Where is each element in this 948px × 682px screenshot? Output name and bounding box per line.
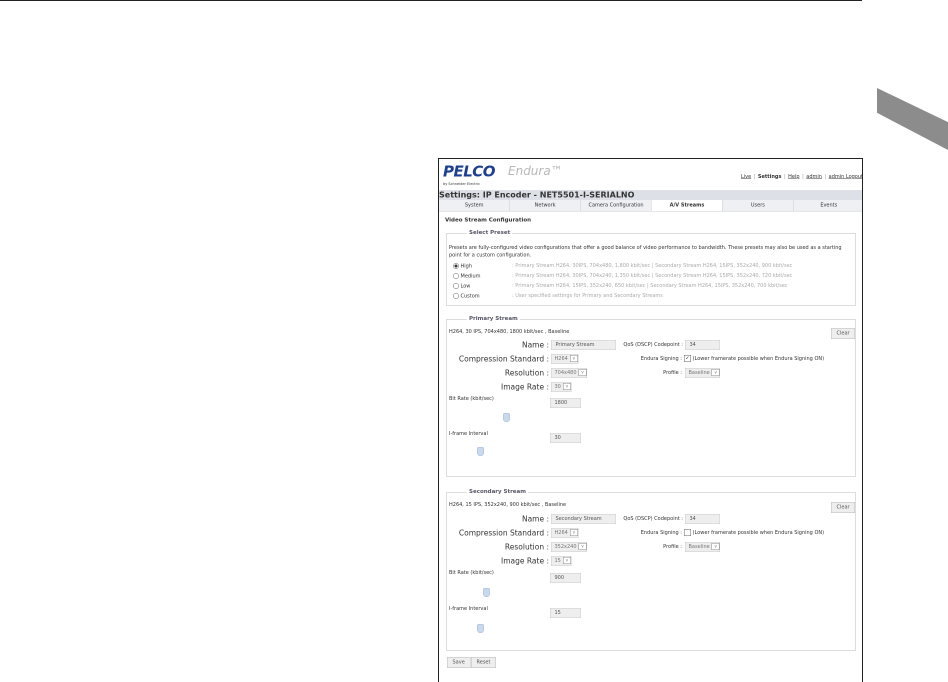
link-help[interactable]: Help [788, 174, 799, 180]
tab-users[interactable]: Users [723, 200, 794, 211]
image-rate-select[interactable]: 15 v [551, 556, 572, 566]
signing-label: Endura Signing : [640, 356, 682, 362]
qos-input[interactable]: 34 [685, 340, 720, 350]
iframe-slider-handle[interactable] [477, 447, 484, 456]
tab-events[interactable]: Events [794, 200, 862, 211]
chevron-down-icon: v [711, 543, 720, 550]
signing-checkbox[interactable]: ✓ [684, 355, 691, 362]
chevron-down-icon: v [569, 355, 578, 362]
tab-camera-configuration[interactable]: Camera Configuration [581, 200, 652, 211]
chevron-down-icon: v [562, 557, 571, 564]
breadcrumb: Settings: IP Encoder - NET5501-I-SERIALN… [439, 190, 862, 200]
compression-label: Compression Standard : [458, 354, 549, 364]
signing-checkbox[interactable] [684, 529, 691, 536]
reset-button[interactable]: Reset [471, 657, 496, 668]
chevron-down-icon: v [578, 369, 587, 376]
chevron-down-icon: v [711, 369, 720, 376]
preset-high[interactable]: High [453, 263, 472, 269]
radio-icon[interactable] [453, 263, 459, 269]
profile-label: Profile : [663, 544, 682, 550]
bit-rate-label: Bit Rate (kbit/sec) [449, 570, 494, 576]
section-legend: Secondary Stream [467, 488, 528, 495]
tab-av-streams[interactable]: A/V Streams [651, 200, 723, 211]
compression-select[interactable]: H264 v [551, 354, 579, 364]
preset-medium[interactable]: Medium [453, 273, 481, 279]
byline: by Schneider Electric [443, 182, 481, 186]
save-button[interactable]: Save [447, 657, 471, 668]
link-settings[interactable]: Settings [758, 174, 782, 180]
qos-label: QoS (DSCP) Codepoint : [623, 342, 683, 348]
bit-rate-slider-handle[interactable] [503, 413, 510, 422]
app-header: PELCO Endura™ by Schneider Electric Live… [439, 159, 863, 190]
pelco-logo: PELCO [443, 163, 496, 181]
link-admin[interactable]: admin [806, 174, 822, 180]
preset-low[interactable]: Low [453, 283, 470, 289]
compression-select[interactable]: H264 v [551, 528, 579, 538]
preset-medium-detail: : Primary Stream H264, 30IPS, 704x240, 1… [512, 273, 793, 279]
section-legend: Select Preset [467, 229, 513, 236]
profile-select[interactable]: Baseline v [685, 542, 721, 552]
chevron-down-icon: v [562, 383, 571, 390]
image-rate-select[interactable]: 30 v [551, 382, 572, 392]
tab-network[interactable]: Network [510, 200, 581, 211]
chevron-down-icon: v [569, 529, 578, 536]
iframe-input[interactable]: 15 [550, 608, 581, 618]
preset-high-detail: : Primary Stream H264, 30IPS, 704x480, 1… [512, 263, 793, 269]
signing-control: (Lower framerate possible when Endura Si… [684, 529, 824, 536]
tab-system[interactable]: System [439, 200, 510, 211]
section-legend: Primary Stream [467, 315, 520, 322]
iframe-slider-handle[interactable] [477, 624, 484, 633]
iframe-input[interactable]: 30 [550, 433, 581, 443]
qos-label: QoS (DSCP) Codepoint : [623, 516, 683, 522]
clear-button[interactable]: Clear [831, 502, 856, 513]
chevron-down-icon: v [578, 543, 587, 550]
clear-button[interactable]: Clear [831, 328, 856, 339]
resolution-label: Resolution : [504, 542, 549, 552]
profile-label: Profile : [663, 370, 682, 376]
bit-rate-input[interactable]: 900 [550, 573, 581, 583]
image-rate-label: Image Rate : [501, 556, 549, 566]
resolution-select[interactable]: 704x480 v [551, 368, 588, 378]
chapter-tab-marker [877, 88, 948, 150]
link-live[interactable]: Live [741, 174, 751, 180]
preset-custom-detail: : User specified settings for Primary an… [512, 293, 663, 299]
endura-logo: Endura™ [508, 164, 563, 178]
radio-icon[interactable] [453, 273, 459, 279]
qos-input[interactable]: 34 [685, 514, 720, 524]
top-links: Live | Settings | Help | admin | admin Logout [740, 174, 863, 180]
bit-rate-slider-handle[interactable] [483, 588, 490, 597]
preset-low-detail: : Primary Stream H264, 15IPS, 352x240, 6… [512, 283, 788, 289]
screenshot-frame: PELCO Endura™ by Schneider Electric Live… [438, 158, 863, 682]
iframe-label: I-frame Interval [449, 606, 488, 612]
primary-stream-section: Primary Stream H264, 30 IPS, 704x480, 18… [446, 315, 856, 477]
resolution-label: Resolution : [504, 368, 549, 378]
page-title: Video Stream Configuration [445, 216, 532, 224]
image-rate-label: Image Rate : [501, 382, 549, 392]
stream-summary: H264, 15 IPS, 352x240, 900 kbit/sec , Ba… [449, 502, 567, 508]
signing-control: ✓ (Lower framerate possible when Endura … [684, 355, 825, 362]
page-rule [0, 0, 862, 1]
radio-icon[interactable] [453, 293, 459, 299]
preset-description: Presets are fully-configured video confi… [449, 245, 842, 258]
bit-rate-input[interactable]: 1800 [550, 398, 581, 408]
radio-icon[interactable] [453, 283, 459, 289]
stream-summary: H264, 30 IPS, 704x480, 1800 kbit/sec , B… [449, 329, 570, 335]
preset-custom[interactable]: Custom [453, 293, 480, 299]
tab-bar: System Network Camera Configuration A/V … [439, 200, 862, 212]
bit-rate-label: Bit Rate (kbit/sec) [449, 396, 494, 402]
signing-label: Endura Signing : [640, 530, 682, 536]
compression-label: Compression Standard : [458, 528, 549, 538]
iframe-label: I-frame Interval [449, 431, 488, 437]
profile-select[interactable]: Baseline v [685, 368, 721, 378]
link-logout[interactable]: admin Logout [829, 174, 862, 180]
secondary-stream-section: Secondary Stream H264, 15 IPS, 352x240, … [446, 488, 856, 651]
select-preset-section: Select Preset Presets are fully-configur… [446, 229, 856, 306]
resolution-select[interactable]: 352x240 v [551, 542, 588, 552]
